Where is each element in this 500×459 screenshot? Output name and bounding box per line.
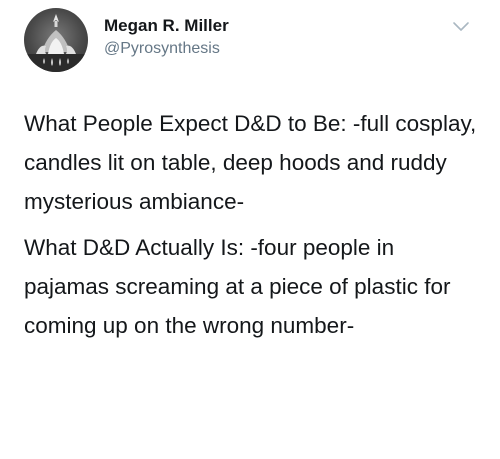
tweet-text: What People Expect D&D to Be: -full cosp… <box>24 104 484 345</box>
tweet-card: Megan R. Miller @Pyrosynthesis What Peop… <box>0 0 500 459</box>
tweet-menu-button[interactable] <box>452 20 470 34</box>
display-name[interactable]: Megan R. Miller <box>104 16 229 36</box>
flame-emblem-icon <box>24 14 88 72</box>
chevron-down-icon <box>453 22 469 31</box>
user-handle[interactable]: @Pyrosynthesis <box>104 40 220 58</box>
tweet-paragraph-expectation: What People Expect D&D to Be: -full cosp… <box>24 111 477 214</box>
avatar[interactable] <box>24 8 88 72</box>
tweet-paragraph-reality: What D&D Actually Is: -four people in pa… <box>24 235 451 338</box>
